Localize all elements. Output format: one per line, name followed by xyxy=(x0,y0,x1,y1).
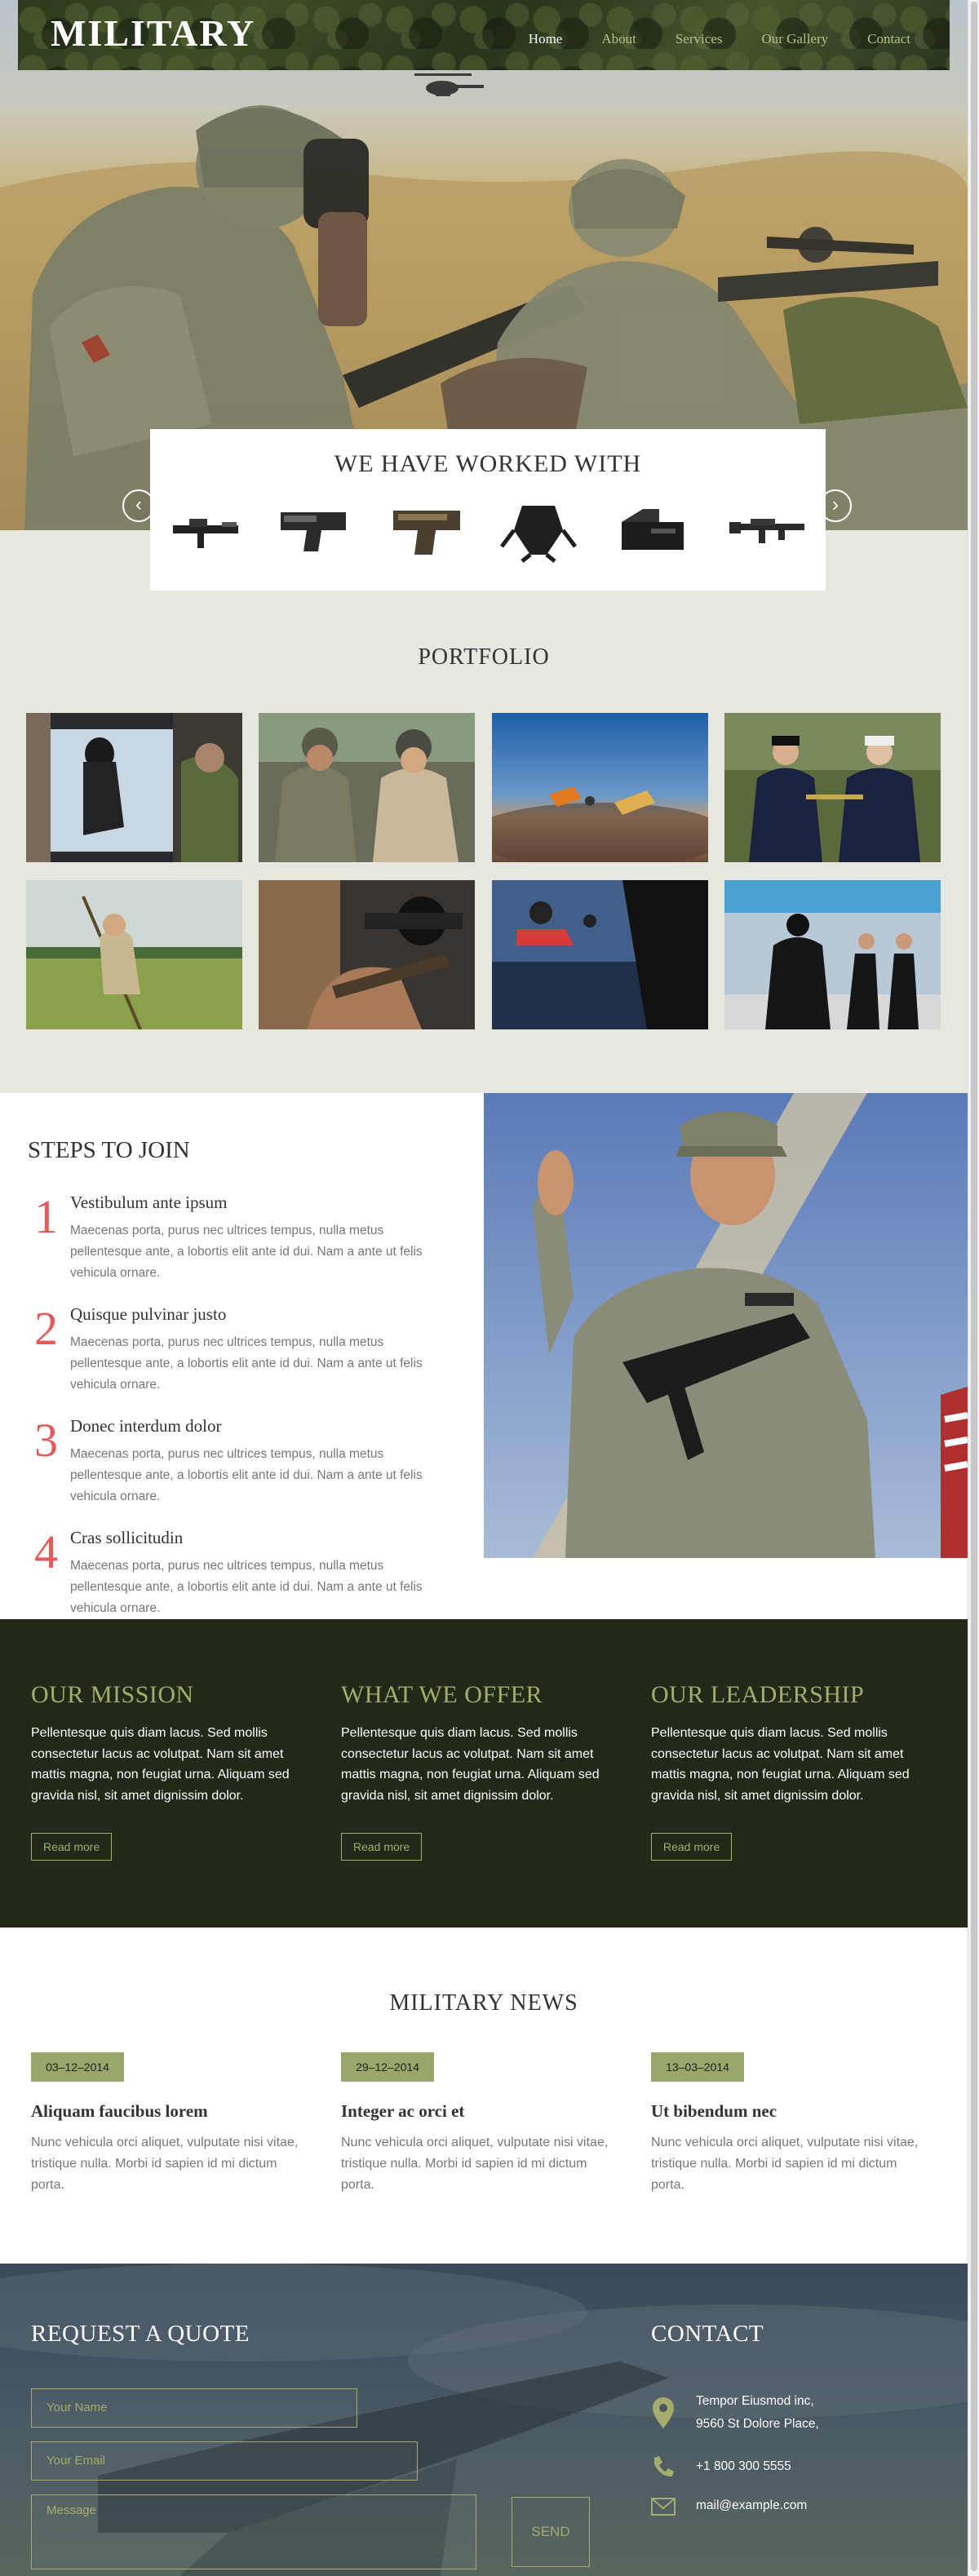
step-number: 2 xyxy=(34,1302,58,1355)
portfolio-photo-7[interactable] xyxy=(492,880,708,1029)
news-title: MILITARY NEWS xyxy=(389,1990,578,2016)
news-headline[interactable]: Integer ac orci et xyxy=(341,2101,464,2122)
address-line-2: 9560 St Dolore Place, xyxy=(696,2417,819,2431)
step-title: Donec interdum dolor xyxy=(70,1416,222,1436)
step-text: Maecenas porta, purus nec ultrices tempu… xyxy=(70,1559,423,1615)
quote-section: REQUEST A QUOTE Your Name Your Email Mes… xyxy=(0,2264,968,2576)
nav-contact[interactable]: Contact xyxy=(867,31,910,47)
email-input[interactable]: Your Email xyxy=(31,2441,418,2481)
nav-about[interactable]: About xyxy=(601,31,636,47)
weapon-5-icon[interactable] xyxy=(610,498,692,563)
leadership-title: OUR LEADERSHIP xyxy=(651,1681,865,1708)
step-number: 4 xyxy=(34,1525,58,1578)
contact-address: Tempor Eiusmod inc, 9560 St Dolore Place… xyxy=(696,2390,819,2436)
weapon-4-icon[interactable] xyxy=(498,498,579,563)
portfolio-photo-2[interactable] xyxy=(259,713,475,862)
step-title: Cras sollicitudin xyxy=(70,1528,184,1547)
leadership-text: Pellentesque quis diam lacus. Sed mollis… xyxy=(651,1726,910,1803)
portfolio-photo-4[interactable] xyxy=(724,713,941,862)
name-input[interactable]: Your Name xyxy=(31,2388,357,2428)
step-text: Maecenas porta, purus nec ultrices tempu… xyxy=(70,1335,423,1392)
news-excerpt: Nunc vehicula orci aliquet, vulputate ni… xyxy=(651,2136,919,2192)
saluting-soldier-photo xyxy=(484,1093,968,1558)
portfolio-photo-3[interactable] xyxy=(492,713,708,862)
nav-gallery[interactable]: Our Gallery xyxy=(761,31,828,47)
phone-icon xyxy=(654,2456,674,2477)
step-number: 3 xyxy=(34,1414,58,1467)
news-date-badge: 03–12–2014 xyxy=(31,2052,124,2082)
news-date-badge: 13–03–2014 xyxy=(651,2052,744,2082)
mission-title: OUR MISSION xyxy=(31,1681,194,1708)
nav-home[interactable]: Home xyxy=(529,31,563,47)
nav-services[interactable]: Services xyxy=(676,31,723,47)
news-excerpt: Nunc vehicula orci aliquet, vulputate ni… xyxy=(31,2136,299,2192)
weapon-2-icon[interactable] xyxy=(272,498,354,563)
mission-text: Pellentesque quis diam lacus. Sed mollis… xyxy=(31,1726,290,1803)
news-headline[interactable]: Aliquam faucibus lorem xyxy=(31,2101,208,2122)
weapon-6-icon[interactable] xyxy=(726,498,808,563)
read-more-button[interactable]: Read more xyxy=(341,1833,423,1861)
portfolio-photo-1[interactable] xyxy=(26,713,242,862)
read-more-button[interactable]: Read more xyxy=(31,1833,113,1861)
helicopter-icon xyxy=(414,73,484,96)
step-title: Vestibulum ante ipsum xyxy=(70,1193,228,1212)
step-text: Maecenas porta, purus nec ultrices tempu… xyxy=(70,1224,423,1280)
scrollbar-thumb[interactable] xyxy=(971,2,977,2571)
step-number: 1 xyxy=(34,1190,58,1243)
weapon-1-icon[interactable] xyxy=(165,498,246,563)
weapon-3-icon[interactable] xyxy=(385,498,467,563)
partners-box: WE HAVE WORKED WITH xyxy=(150,429,826,591)
location-pin-icon xyxy=(653,2397,674,2428)
steps-title: STEPS TO JOIN xyxy=(28,1137,190,1163)
mail-icon xyxy=(651,2498,676,2516)
step-text: Maecenas porta, purus nec ultrices tempu… xyxy=(70,1447,423,1503)
contact-title: CONTACT xyxy=(651,2321,764,2347)
send-button[interactable]: SEND xyxy=(512,2497,590,2567)
mission-section: OUR MISSION Pellentesque quis diam lacus… xyxy=(0,1619,968,1928)
news-headline[interactable]: Ut bibendum nec xyxy=(651,2101,777,2122)
contact-phone[interactable]: +1 800 300 5555 xyxy=(696,2455,791,2478)
message-textarea[interactable]: Message xyxy=(31,2494,476,2569)
quote-title: REQUEST A QUOTE xyxy=(31,2321,250,2347)
top-navbar: MILITARY Home About Services Our Gallery… xyxy=(18,0,950,70)
partners-title: WE HAVE WORKED WITH xyxy=(334,450,642,477)
step-title: Quisque pulvinar justo xyxy=(70,1304,227,1324)
read-more-button[interactable]: Read more xyxy=(651,1833,733,1861)
contact-email[interactable]: mail@example.com xyxy=(696,2494,807,2517)
news-excerpt: Nunc vehicula orci aliquet, vulputate ni… xyxy=(341,2136,609,2192)
offer-title: WHAT WE OFFER xyxy=(341,1681,543,1708)
portfolio-title: PORTFOLIO xyxy=(418,644,550,670)
address-line-1: Tempor Eiusmod inc, xyxy=(696,2394,814,2408)
main-nav: Home About Services Our Gallery Contact xyxy=(529,31,910,47)
portfolio-photo-8[interactable] xyxy=(724,880,941,1029)
page-scrollbar[interactable] xyxy=(968,0,979,2576)
news-date-badge: 29–12–2014 xyxy=(341,2052,434,2082)
portfolio-photo-5[interactable] xyxy=(26,880,242,1029)
site-logo[interactable]: MILITARY xyxy=(51,11,255,55)
offer-text: Pellentesque quis diam lacus. Sed mollis… xyxy=(341,1726,600,1803)
portfolio-photo-6[interactable] xyxy=(259,880,475,1029)
